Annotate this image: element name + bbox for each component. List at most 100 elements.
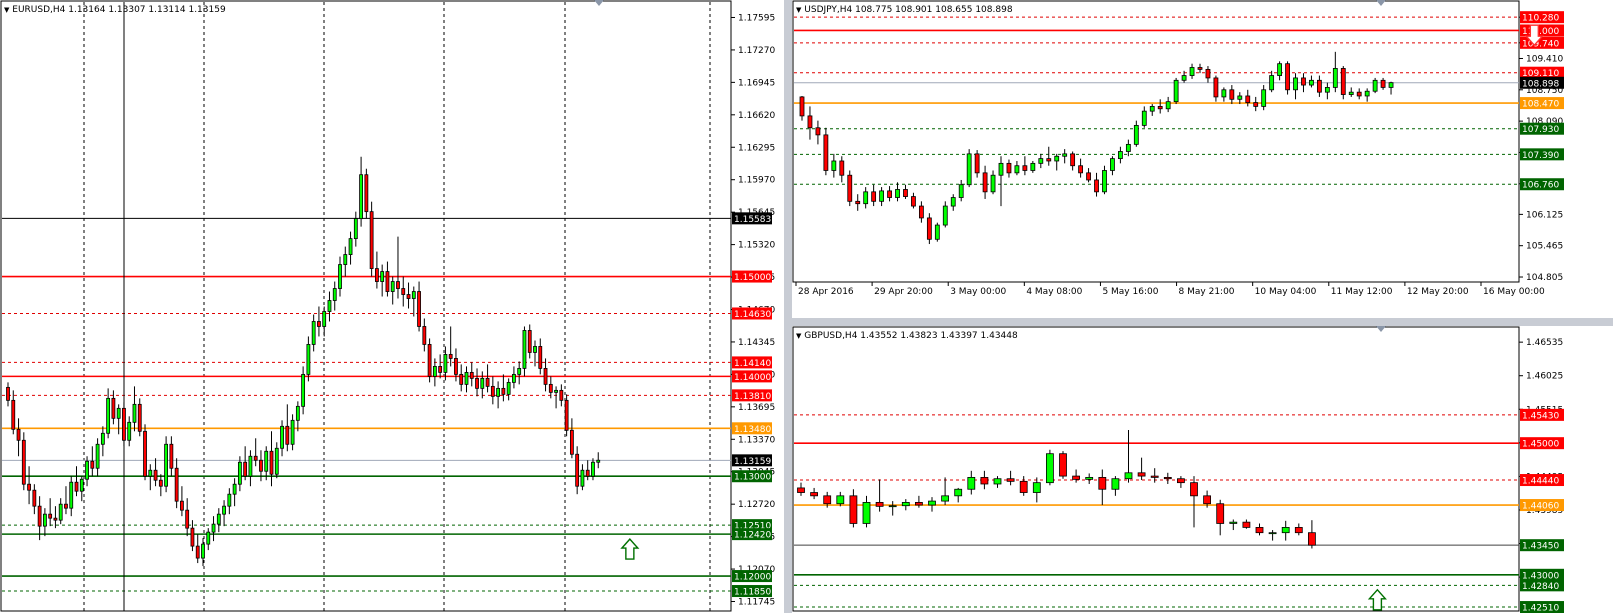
horizontal-splitter[interactable] [792, 318, 1613, 326]
chart-gbpusd[interactable]: 1.465351.460251.455151.450051.444951.439… [792, 326, 1613, 613]
candle-bull [79, 478, 84, 492]
chart-menu-icon[interactable]: ▼ [4, 6, 9, 14]
candle-bear [1078, 165, 1084, 174]
level-badge-label: 1.13810 [734, 392, 771, 402]
candle-bull [132, 403, 137, 423]
candle-bull [941, 495, 950, 502]
candle-bull [432, 366, 437, 377]
candle-bear [396, 281, 400, 289]
candle-bull [1372, 79, 1378, 92]
chart-eurusd[interactable]: 1.17595 1.17270 1.16945 1.16620 1.16295 1.159… [0, 0, 784, 613]
chart-shift-marker[interactable] [594, 0, 604, 6]
candle-bear [180, 500, 184, 511]
level-badge-label: 1.42510 [1522, 604, 1559, 613]
chart-usdjpy[interactable]: 110.280109.740109.410108.750108.090107.4… [792, 0, 1613, 318]
candle-bear [317, 321, 321, 327]
chart-eurusd-title: ▼ EURUSD,H4 1.13164 1.13307 1.13114 1.13… [4, 5, 226, 15]
candle-bear [259, 459, 263, 472]
candle-bear [74, 481, 79, 492]
axis-tick-label: 1.12720 [738, 500, 775, 510]
candle-bull [306, 344, 311, 375]
candle-bear [364, 174, 369, 213]
candle-bull [327, 300, 332, 312]
candle-bear [980, 476, 989, 485]
candle-bull [216, 513, 221, 525]
chart-usdjpy-title-text: USDJPY,H4 108.775 108.901 108.655 108.89… [804, 5, 1013, 15]
axis-tick-label: 1.16945 [738, 78, 775, 88]
candle-bull [227, 493, 232, 507]
axis-tick-label: 1.16620 [738, 111, 775, 121]
chart-menu-icon[interactable]: ▼ [796, 332, 801, 340]
candle-bull [95, 443, 100, 469]
candle-bull [100, 432, 105, 445]
candle-bear [137, 403, 142, 432]
candle-bull [1332, 68, 1338, 88]
candle-bear [1046, 158, 1052, 162]
axis-tick-label: 1.15320 [738, 241, 775, 251]
level-badge-label: 108.470 [1522, 100, 1559, 110]
candle-bear [190, 527, 195, 547]
candle-bear [575, 453, 580, 487]
candle-bear [1245, 95, 1251, 104]
candle-bear [823, 134, 829, 171]
candle-bear [253, 455, 258, 461]
candle-bull [280, 425, 284, 449]
axis-tick-label: 1.46025 [1526, 372, 1563, 382]
candle-bear [1203, 495, 1212, 505]
candle-bull [290, 419, 295, 445]
vertical-splitter[interactable] [784, 0, 792, 613]
chart-gbpusd-canvas[interactable]: 1.465351.460251.455151.450051.444951.439… [792, 326, 1613, 613]
candle-bear [475, 377, 479, 389]
candle-bull [222, 505, 226, 515]
candle-bull [506, 381, 511, 395]
chart-usdjpy-canvas[interactable]: 110.280109.740109.410108.750108.090107.4… [792, 0, 1613, 318]
level-badge-label: 1.13480 [734, 425, 771, 435]
candle-bull [1110, 158, 1115, 171]
candle-bull [206, 531, 211, 545]
level-badge-label: 1.14140 [734, 359, 771, 369]
candle-bull [359, 174, 363, 220]
candle-bear [153, 469, 158, 481]
chart-eurusd-canvas[interactable]: 1.17595 1.17270 1.16945 1.16620 1.16295 1.159… [0, 0, 784, 613]
candle-bull [1141, 110, 1147, 126]
candle-bear [21, 439, 26, 485]
level-badge-label: 1.43450 [1522, 542, 1559, 552]
candle-bear [797, 487, 805, 493]
candle-bull [993, 478, 1002, 485]
level-badge-label: 1.14630 [734, 310, 771, 320]
level-badge-label: 108.898 [1522, 79, 1559, 89]
chart-shift-marker[interactable] [1376, 0, 1386, 6]
candle-bull [106, 397, 111, 434]
candle-bull [343, 254, 348, 265]
candle-bull [295, 405, 300, 421]
level-badge-label: 1.11850 [734, 588, 771, 598]
candle-bull [274, 447, 279, 475]
candle-bull [967, 476, 976, 490]
chart-eurusd-title-text: EURUSD,H4 1.13164 1.13307 1.13114 1.1315… [12, 5, 226, 15]
candle-bull [443, 354, 448, 373]
candle-bull [580, 469, 585, 487]
chart-shift-marker[interactable] [1376, 326, 1386, 332]
candle-bear [1150, 475, 1159, 478]
candle-bull [950, 197, 956, 207]
candle-bear [559, 389, 564, 401]
candle-bear [11, 399, 16, 430]
candle-bull [863, 191, 869, 205]
candle-bull [464, 371, 469, 385]
candle-bull [1014, 165, 1020, 174]
candle-bear [799, 96, 805, 117]
time-tick-label: 5 May 16:00 [1102, 287, 1158, 297]
candle-bear [1285, 63, 1290, 91]
chart-menu-icon[interactable]: ▼ [796, 6, 801, 14]
time-tick-label: 11 May 12:00 [1331, 287, 1393, 297]
axis-tick-label: 1.46535 [1526, 338, 1563, 348]
candle-bear [37, 505, 42, 527]
time-tick-label: 28 Apr 2016 [798, 287, 854, 297]
candle-bear [48, 513, 53, 519]
candle-bull [998, 162, 1004, 176]
candle-bull [1364, 90, 1370, 97]
candle-bull [1133, 124, 1139, 145]
candle-bear [1157, 106, 1163, 110]
candle-bull [248, 455, 253, 477]
candle-bear [1216, 503, 1225, 524]
